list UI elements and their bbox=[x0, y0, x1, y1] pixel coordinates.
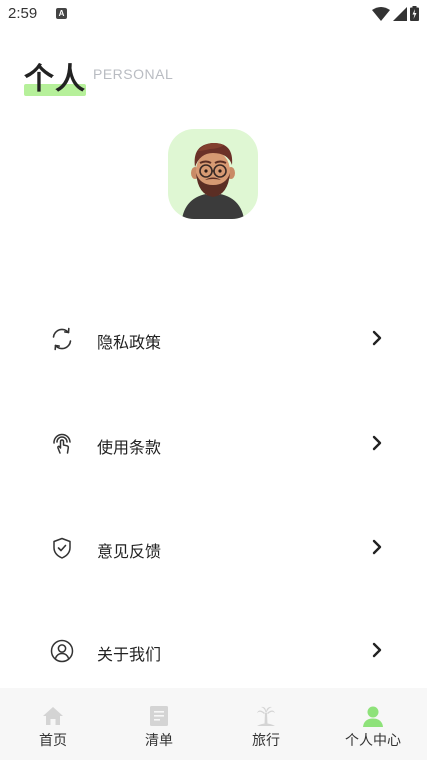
avatar-illustration bbox=[182, 142, 244, 219]
nav-item-list[interactable]: 清单 bbox=[106, 688, 212, 760]
menu-item-label: 使用条款 bbox=[97, 438, 162, 457]
page-title: 个人 bbox=[24, 62, 86, 97]
person-icon bbox=[363, 706, 383, 727]
shield-check-icon bbox=[53, 537, 71, 559]
battery-icon bbox=[410, 6, 419, 21]
nav-label: 首页 bbox=[39, 733, 67, 749]
wifi-icon bbox=[372, 6, 390, 21]
signal-icon bbox=[393, 6, 407, 21]
avatar[interactable] bbox=[168, 129, 258, 219]
chevron-right-icon bbox=[372, 330, 382, 346]
notification-badge: A bbox=[56, 8, 67, 19]
touch-icon bbox=[53, 433, 71, 454]
menu-item-about[interactable]: 关于我们 bbox=[0, 622, 427, 682]
nav-label: 个人中心 bbox=[345, 733, 401, 749]
chevron-right-icon bbox=[372, 539, 382, 555]
menu-item-label: 隐私政策 bbox=[97, 333, 162, 352]
menu-item-label: 意见反馈 bbox=[97, 542, 162, 561]
menu-item-terms[interactable]: 使用条款 bbox=[0, 415, 427, 475]
page-header: 个人 PERSONAL bbox=[24, 54, 173, 97]
status-bar: 2:59 A bbox=[0, 0, 427, 30]
list-icon bbox=[150, 706, 168, 726]
menu-item-feedback[interactable]: 意见反馈 bbox=[0, 519, 427, 579]
chevron-right-icon bbox=[372, 642, 382, 658]
chevron-right-icon bbox=[372, 435, 382, 451]
nav-item-travel[interactable]: 旅行 bbox=[213, 688, 319, 760]
page-subtitle: PERSONAL bbox=[93, 66, 174, 82]
nav-label: 旅行 bbox=[252, 733, 280, 749]
menu-item-privacy[interactable]: 隐私政策 bbox=[0, 310, 427, 370]
title-wrap: 个人 bbox=[24, 54, 86, 98]
refresh-icon bbox=[52, 327, 72, 351]
nav-item-profile[interactable]: 个人中心 bbox=[320, 688, 426, 760]
user-circle-icon bbox=[50, 639, 74, 663]
nav-label: 清单 bbox=[145, 733, 173, 749]
nav-item-home[interactable]: 首页 bbox=[0, 688, 106, 760]
bottom-nav: 首页 清单 旅行 个人中心 bbox=[0, 688, 427, 760]
status-time: 2:59 bbox=[8, 5, 38, 22]
status-icons bbox=[372, 6, 419, 21]
home-icon bbox=[43, 707, 63, 725]
palm-tree-icon bbox=[257, 706, 275, 726]
menu-item-label: 关于我们 bbox=[97, 645, 162, 664]
